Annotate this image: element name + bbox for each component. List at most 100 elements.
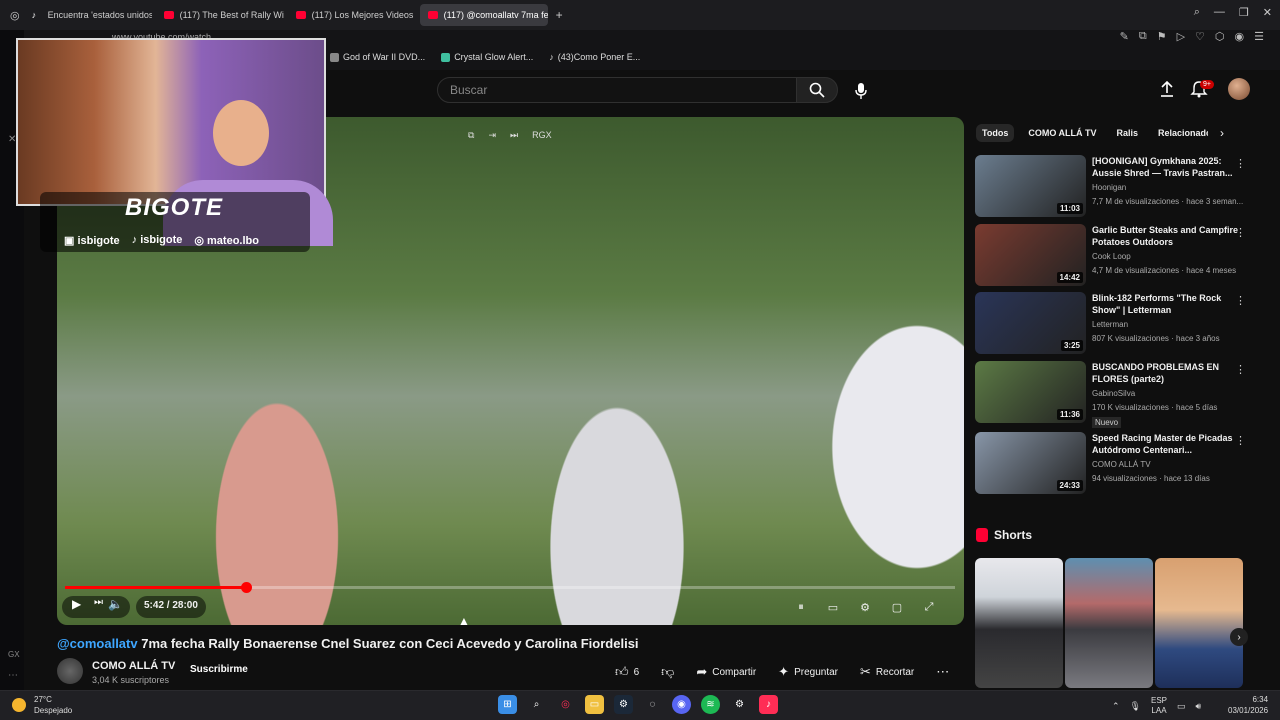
taskbar-clock[interactable]: 6:34 03/01/2026 — [1228, 694, 1268, 716]
tiktok-icon[interactable]: ♪ — [759, 695, 778, 714]
more-icon[interactable]: ⋯ — [8, 670, 18, 681]
video-thumbnail[interactable]: 3:25 — [975, 292, 1086, 354]
recommendation-item[interactable]: 11:36 BUSCANDO PROBLEMAS EN FLORES (parte… — [975, 361, 1265, 428]
progress-bar[interactable] — [65, 586, 955, 589]
search-icon[interactable]: ⌕ — [1194, 6, 1200, 19]
video-thumbnail[interactable]: 24:33 — [975, 432, 1086, 494]
new-tab-button[interactable]: + — [556, 8, 563, 22]
ask-button[interactable]: ✦ Preguntar — [778, 664, 838, 680]
recommendation-title[interactable]: [HOONIGAN] Gymkhana 2025: Aussie Shred —… — [1092, 155, 1242, 179]
more-vert-icon[interactable]: ⋮ — [1235, 157, 1246, 170]
channel-avatar[interactable] — [57, 658, 83, 684]
recommendation-channel[interactable]: Hoonigan — [1092, 183, 1126, 192]
menu-icon[interactable]: ☰ — [1254, 30, 1264, 43]
fullscreen-icon[interactable]: ⤢ — [918, 601, 940, 614]
microphone-icon[interactable]: 🎙︎ — [1130, 701, 1141, 712]
recommendation-title[interactable]: Garlic Butter Steaks and Campfire Potato… — [1092, 224, 1242, 248]
more-vert-icon[interactable]: ⋮ — [1235, 434, 1246, 447]
like-button[interactable]: 👍︎ 6 — [615, 664, 639, 680]
recommendation-item[interactable]: 24:33 Speed Racing Master de Picadas Autó… — [975, 432, 1265, 496]
chip-all[interactable]: Todos — [976, 124, 1015, 142]
extensions-icon[interactable]: ⬡ — [1215, 30, 1225, 43]
chevron-right-icon[interactable]: › — [1230, 628, 1248, 646]
windows-start-icon[interactable]: ⊞ — [498, 695, 517, 714]
spotify-icon[interactable]: ≋ — [701, 695, 720, 714]
heart-icon[interactable]: ♡ — [1195, 30, 1205, 43]
dislike-button[interactable]: 👎︎ — [661, 664, 674, 680]
play-icon[interactable]: ▶ — [72, 597, 81, 611]
search-button[interactable] — [796, 77, 838, 103]
tab-best-videos[interactable]: (117) Los Mejores Videos — [288, 4, 416, 26]
more-vert-icon[interactable]: ⋮ — [1235, 363, 1246, 376]
subscribe-button[interactable]: Suscribirme — [190, 664, 248, 675]
miniplayer-icon[interactable]: ⧉ — [468, 130, 474, 141]
channel-handle-link[interactable]: @comoallatv — [57, 636, 138, 651]
recommendation-channel[interactable]: GabinoSilva — [1092, 389, 1135, 398]
recommendation-channel[interactable]: Letterman — [1092, 320, 1128, 329]
more-vert-icon[interactable]: ⋮ — [1235, 226, 1246, 239]
share-icon[interactable]: ⇥ — [488, 130, 496, 141]
video-thumbnail[interactable]: 14:42 — [975, 224, 1086, 286]
recommendation-title[interactable]: BUSCANDO PROBLEMAS EN FLORES (parte2) — [1092, 361, 1242, 385]
upload-button[interactable] — [1158, 80, 1176, 103]
tab-rally[interactable]: (117) The Best of Rally Wi — [156, 4, 284, 26]
channel-name[interactable]: COMO ALLÁ TV — [92, 660, 175, 672]
skip-icon[interactable]: ⏭ — [510, 130, 518, 141]
voice-search-button[interactable] — [850, 80, 872, 102]
app-icon[interactable]: ◌ — [643, 695, 662, 714]
pause-icon[interactable]: ⏸ — [790, 601, 812, 614]
close-icon[interactable]: ✕ — [1263, 6, 1272, 19]
vpn-icon[interactable]: ⚑ — [1157, 30, 1167, 43]
restore-icon[interactable]: ❐ — [1239, 6, 1249, 19]
opera-gx-icon[interactable]: ◎ — [556, 695, 575, 714]
recommendation-item[interactable]: 11:03 [HOONIGAN] Gymkhana 2025: Aussie Sh… — [975, 155, 1265, 219]
recommendation-channel[interactable]: COMO ALLÁ TV — [1092, 460, 1151, 469]
gx-icon[interactable]: GX — [8, 650, 20, 659]
play-icon[interactable]: ▷ — [1177, 30, 1185, 43]
chip-rallies[interactable]: Ralis — [1111, 124, 1145, 142]
tab-current-video[interactable]: (117) @comoallatv 7ma fe — [419, 4, 548, 26]
share-button[interactable]: ➦ Compartir — [696, 664, 756, 680]
bookmark-item[interactable]: Crystal Glow Alert... — [441, 52, 533, 62]
search-input[interactable]: Buscar — [437, 77, 797, 103]
profile-icon[interactable]: ◉ — [1235, 30, 1245, 43]
pin-icon[interactable]: ✎ — [1120, 30, 1129, 43]
folder-icon[interactable]: ▭ — [585, 695, 604, 714]
more-actions-button[interactable]: ⋯ — [936, 664, 949, 680]
recommendation-item[interactable]: 14:42 Garlic Butter Steaks and Campfire P… — [975, 224, 1265, 288]
chip-channel[interactable]: COMO ALLÁ TV — [1022, 124, 1102, 142]
tab-search[interactable]: ♪ Encuentra 'estados unidos — [24, 4, 152, 26]
chevron-up-icon[interactable]: ⌃ — [1112, 701, 1120, 712]
display-icon[interactable]: ▭ — [1177, 701, 1186, 712]
screenshot-icon[interactable]: ⧉ — [1139, 30, 1147, 43]
theater-icon[interactable]: ▢ — [886, 601, 908, 614]
short-item[interactable] — [975, 558, 1063, 688]
language-indicator[interactable]: ESP LAA — [1151, 696, 1167, 716]
chip-related[interactable]: Relacionado — [1152, 124, 1208, 142]
settings-icon[interactable]: ⚙ — [854, 601, 876, 614]
recommendation-title[interactable]: Blink-182 Performs "The Rock Show" | Let… — [1092, 292, 1242, 316]
browser-logo-icon[interactable]: ◎ — [10, 9, 20, 22]
short-item[interactable] — [1065, 558, 1153, 688]
steam-icon[interactable]: ⚙ — [614, 695, 633, 714]
clip-button[interactable]: ✂ Recortar — [860, 664, 914, 680]
video-thumbnail[interactable]: 11:03 — [975, 155, 1086, 217]
weather-widget[interactable]: 27°C Despejado — [12, 694, 72, 716]
short-item[interactable] — [1155, 558, 1243, 688]
next-icon[interactable]: ⏭ — [94, 597, 103, 608]
minimize-icon[interactable]: — — [1214, 6, 1225, 19]
more-vert-icon[interactable]: ⋮ — [1235, 294, 1246, 307]
bookmark-item[interactable]: God of War II DVD... — [330, 52, 425, 62]
discord-icon[interactable]: ◉ — [672, 695, 691, 714]
search-icon[interactable]: ⌕ — [527, 695, 546, 714]
account-avatar[interactable] — [1228, 78, 1250, 100]
settings-icon[interactable]: ⚙ — [730, 695, 749, 714]
recommendation-title[interactable]: Speed Racing Master de Picadas Autódromo… — [1092, 432, 1242, 456]
subtitles-icon[interactable]: ▭ — [822, 601, 844, 614]
video-thumbnail[interactable]: 11:36 — [975, 361, 1086, 423]
chevron-right-icon[interactable]: › — [1220, 126, 1224, 140]
volume-icon[interactable]: 🔈 — [108, 597, 123, 611]
bookmark-item[interactable]: ♪ (43)Como Poner E... — [549, 52, 640, 62]
recommendation-item[interactable]: 3:25 Blink-182 Performs "The Rock Show" |… — [975, 292, 1265, 356]
recommendation-channel[interactable]: Cook Loop — [1092, 252, 1131, 261]
